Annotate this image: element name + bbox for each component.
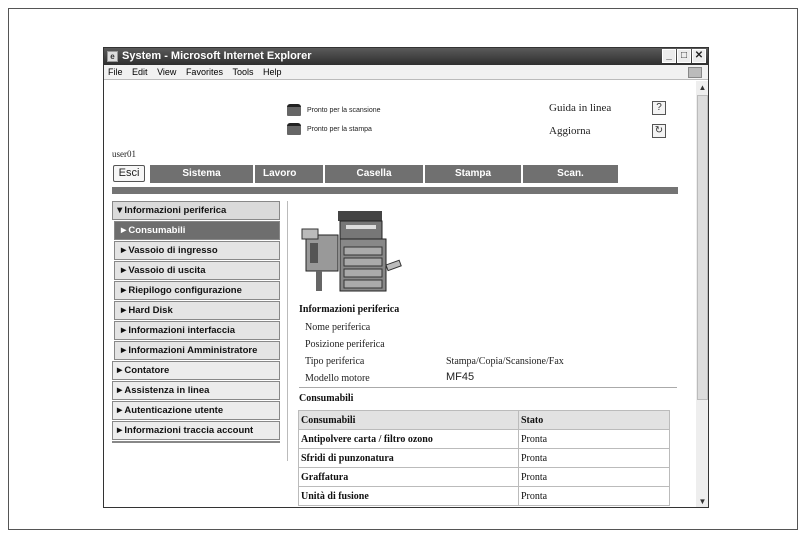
nav-item-vassoio-ingresso[interactable]: ►Vassoio di ingresso [114, 241, 280, 260]
nav-item-traccia-account[interactable]: ►Informazioni traccia account [112, 421, 280, 440]
scroll-thumb[interactable] [697, 95, 708, 400]
scan-status: Pronto per la scansione [287, 104, 381, 116]
consumables-table: Consumabili Stato Antipolvere carta / fi… [298, 410, 670, 506]
help-icon[interactable]: ? [652, 101, 666, 115]
nav-item-assistenza[interactable]: ►Assistenza in linea [112, 381, 280, 400]
refresh-link[interactable]: Aggiorna [549, 125, 591, 137]
maximize-button[interactable]: □ [677, 49, 691, 63]
tab-scan[interactable]: Scan. [523, 165, 620, 183]
minimize-button[interactable]: _ [662, 49, 676, 63]
device-type-value: Stampa/Copia/Scansione/Fax [446, 356, 564, 367]
menu-favorites[interactable]: Favorites [186, 65, 223, 80]
nav-item-vassoio-uscita[interactable]: ►Vassoio di uscita [114, 261, 280, 280]
printer-device-icon [301, 211, 402, 292]
browser-window: e System - Microsoft Internet Explorer _… [103, 47, 709, 508]
menu-bar: File Edit View Favorites Tools Help [104, 65, 708, 80]
help-link[interactable]: Guida in linea [549, 102, 611, 114]
menu-tools[interactable]: Tools [232, 65, 253, 80]
engine-model-label: Modello motore [305, 373, 370, 384]
device-name-label: Nome periferica [305, 322, 371, 333]
consumable-status: Pronta [518, 467, 670, 487]
device-location-label: Posizione periferica [305, 339, 385, 350]
nav-section-device-info[interactable]: ▼Informazioni periferica [112, 201, 280, 220]
refresh-icon[interactable]: ↻ [652, 124, 666, 138]
scan-status-text: Pronto per la scansione [306, 106, 381, 114]
table-header-row: Consumabili Stato [298, 410, 670, 430]
print-status-text: Pronto per la stampa [306, 125, 372, 133]
info-divider [299, 387, 677, 388]
menu-help[interactable]: Help [263, 65, 282, 80]
left-nav: ▼Informazioni periferica ►Consumabili ►V… [112, 201, 280, 443]
divider-bar [112, 187, 678, 194]
menu-edit[interactable]: Edit [132, 65, 148, 80]
scroll-down-icon[interactable]: ▼ [697, 496, 708, 507]
table-row: Graffatura Pronta [298, 467, 670, 487]
table-row: Sfridi di punzonatura Pronta [298, 448, 670, 468]
nav-item-consumabili[interactable]: ►Consumabili [114, 221, 280, 240]
window-title: System - Microsoft Internet Explorer [122, 50, 312, 62]
logout-button[interactable]: Esci [113, 165, 145, 182]
nav-divider [112, 441, 280, 443]
nav-item-hard-disk[interactable]: ►Hard Disk [114, 301, 280, 320]
tab-sistema[interactable]: Sistema [150, 165, 255, 183]
vertical-scrollbar[interactable]: ▲ ▼ [695, 81, 708, 507]
consumable-status: Pronta [518, 448, 670, 468]
menu-view[interactable]: View [157, 65, 176, 80]
tab-casella[interactable]: Casella [325, 165, 425, 183]
column-header-stato: Stato [518, 410, 670, 430]
nav-item-amministratore[interactable]: ►Informazioni Amministratore [114, 341, 280, 360]
close-button[interactable]: ✕ [692, 49, 706, 63]
engine-model-value: MF45 [446, 371, 475, 383]
nav-item-contatore[interactable]: ►Contatore [112, 361, 280, 380]
nav-item-autenticazione[interactable]: ►Autenticazione utente [112, 401, 280, 420]
printer-icon [287, 123, 301, 135]
print-status: Pronto per la stampa [287, 123, 372, 135]
title-bar[interactable]: e System - Microsoft Internet Explorer _… [104, 48, 708, 65]
table-row: Antipolvere carta / filtro ozono Pronta [298, 429, 670, 449]
tab-stampa[interactable]: Stampa [425, 165, 523, 183]
consumable-status: Pronta [518, 429, 670, 449]
consumable-name: Graffatura [298, 467, 519, 487]
consumable-name: Sfridi di punzonatura [298, 448, 519, 468]
user-name: user01 [112, 149, 136, 159]
scroll-up-icon[interactable]: ▲ [697, 82, 708, 93]
consumable-name: Antipolvere carta / filtro ozono [298, 429, 519, 449]
ie-logo-icon: e [107, 51, 118, 62]
consumable-status: Pronta [518, 486, 670, 506]
nav-item-riepilogo[interactable]: ►Riepilogo configurazione [114, 281, 280, 300]
table-row: Unità di fusione Pronta [298, 486, 670, 506]
tab-lavoro[interactable]: Lavoro [255, 165, 325, 183]
content-separator [287, 201, 288, 461]
nav-item-interfaccia[interactable]: ►Informazioni interfaccia [114, 321, 280, 340]
windows-flag-icon [688, 67, 702, 78]
main-tabs: Sistema Lavoro Casella Stampa Scan. [150, 165, 660, 183]
consumables-title: Consumabili [299, 393, 354, 404]
device-info-title: Informazioni periferica [299, 304, 400, 315]
page-content: Pronto per la scansione Pronto per la st… [104, 81, 696, 507]
column-header-consumabili: Consumabili [298, 410, 519, 430]
menu-file[interactable]: File [108, 65, 123, 80]
consumable-name: Unità di fusione [298, 486, 519, 506]
scanner-icon [287, 104, 301, 116]
device-type-label: Tipo periferica [305, 356, 365, 367]
